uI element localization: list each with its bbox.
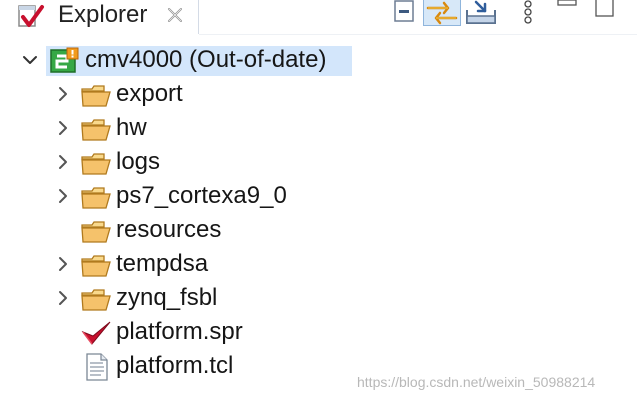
explorer-icon [18, 5, 44, 27]
chevron-right-icon[interactable] [55, 154, 71, 170]
minimize-button[interactable] [556, 0, 580, 26]
maximize-icon [595, 0, 614, 17]
view-tab-bar: Explorer [0, 0, 637, 35]
chevron-right-icon[interactable] [55, 86, 71, 102]
tree-item-label: tempdsa [116, 250, 209, 277]
tree-item-label: zynq_fsbl [116, 284, 218, 311]
tree-item-ps7-cortexa9-0[interactable]: ps7_cortexa9_0 [0, 181, 637, 211]
folder-icon [81, 85, 111, 107]
tree-item-label: export [116, 80, 183, 107]
collapse-all-button[interactable] [391, 0, 421, 26]
tree-item-resources[interactable]: resources [0, 215, 637, 245]
tab-title: Explorer [58, 1, 148, 28]
link-with-editor-button[interactable] [423, 0, 461, 26]
folder-icon [81, 289, 111, 311]
chevron-right-icon[interactable] [55, 188, 71, 204]
watermark: https://blog.csdn.net/weixin_50988214 [357, 374, 596, 390]
text-file-icon [86, 353, 108, 381]
chevron-right-icon[interactable] [55, 120, 71, 136]
link-with-editor-icon [426, 1, 458, 25]
folder-icon [81, 153, 111, 175]
tree-item-zynq-fsbl[interactable]: zynq_fsbl [0, 283, 637, 313]
tree-root-row[interactable]: cmv4000 (Out-of-date) [0, 45, 637, 76]
tree-item-label: hw [116, 114, 147, 141]
tree-item-tempdsa[interactable]: tempdsa [0, 249, 637, 279]
tree-root-label: cmv4000 (Out-of-date) [85, 46, 327, 73]
tree-item-platform-spr[interactable]: platform.spr [0, 317, 637, 347]
folder-icon [81, 221, 111, 243]
tree-item-hw[interactable]: hw [0, 113, 637, 143]
tree-item-label: resources [116, 216, 222, 243]
filter-import-icon [466, 0, 496, 24]
chevron-right-icon[interactable] [55, 256, 71, 272]
filter-button[interactable] [463, 0, 499, 26]
chevron-down-icon[interactable] [22, 52, 38, 68]
chevron-right-icon[interactable] [55, 290, 71, 306]
tab-explorer[interactable]: Explorer [0, 0, 199, 34]
close-icon[interactable] [164, 4, 186, 26]
folder-icon [81, 187, 111, 209]
view-menu-button[interactable] [515, 0, 541, 26]
tree-item-export[interactable]: export [0, 79, 637, 109]
tab-divider [199, 34, 637, 35]
tree-item-label: platform.tcl [116, 352, 234, 379]
folder-icon [81, 119, 111, 141]
tree-item-logs[interactable]: logs [0, 147, 637, 177]
tree-item-label: platform.spr [116, 318, 243, 345]
more-vertical-icon [524, 0, 532, 24]
maximize-button[interactable] [592, 0, 618, 26]
tree-item-label: logs [116, 148, 161, 175]
collapse-all-icon [394, 0, 414, 22]
spr-file-icon [81, 321, 111, 345]
platform-project-icon [50, 47, 79, 73]
tree-item-label: ps7_cortexa9_0 [116, 182, 287, 209]
folder-icon [81, 255, 111, 277]
minimize-icon [557, 0, 577, 6]
